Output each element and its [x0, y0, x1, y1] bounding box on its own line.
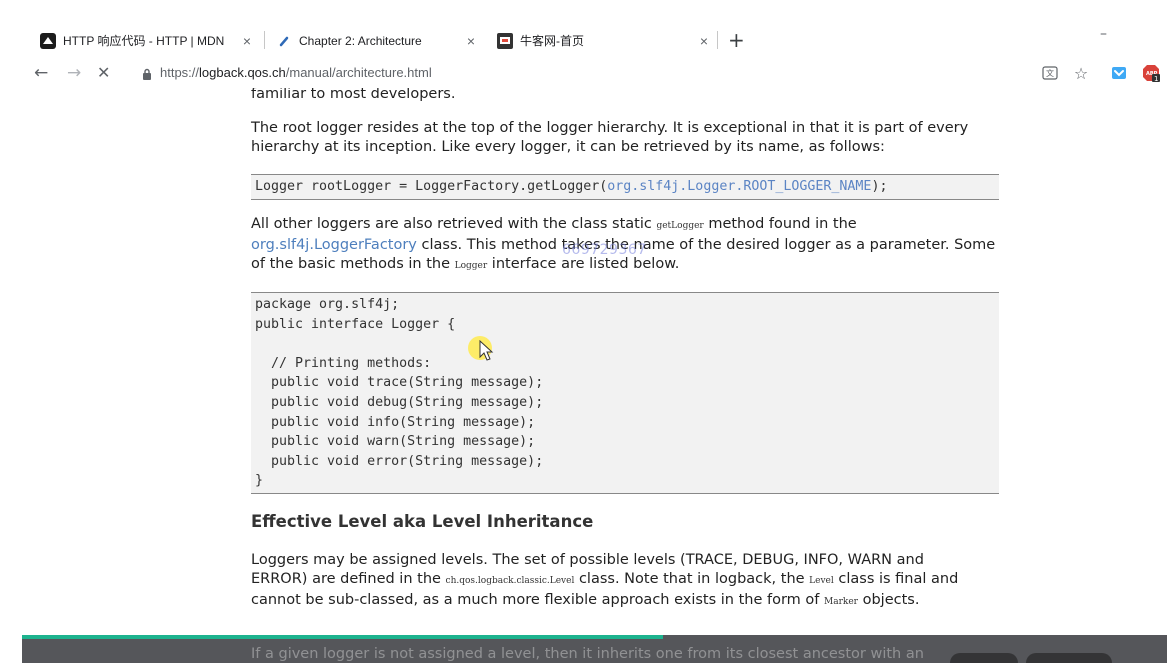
code-text: );: [871, 179, 888, 194]
inline-code: ch.qos.logback.classic.Level: [445, 576, 575, 586]
stop-loading-button[interactable]: ✕: [97, 62, 110, 84]
code-constant-link[interactable]: org.slf4j.Logger.ROOT_LOGGER_NAME: [607, 179, 871, 194]
code-line: public void error(String message);: [255, 453, 544, 469]
overlay-button[interactable]: [1026, 653, 1112, 663]
forward-button[interactable]: →: [67, 62, 81, 84]
url-scheme: https://: [160, 65, 200, 80]
browser-toolbar: ← → ✕ https://logback.qos.ch/manual/arch…: [0, 58, 1167, 88]
web-page[interactable]: familiar to most developers. The root lo…: [0, 88, 1167, 663]
code-line: public void warn(String message);: [255, 434, 536, 450]
watermark: 669729367: [562, 242, 647, 258]
video-progress-bar[interactable]: [22, 635, 664, 639]
code-line: package org.slf4j;: [255, 297, 400, 312]
new-tab-button[interactable]: +: [728, 27, 745, 53]
tab-separator: [717, 31, 718, 49]
video-control-overlay[interactable]: If a given logger is not assigned a leve…: [22, 635, 1167, 663]
text-span: interface are listed below.: [487, 256, 680, 272]
overlay-button[interactable]: [950, 653, 1018, 663]
code-block-root-logger: Logger rootLogger = LoggerFactory.getLog…: [251, 174, 999, 200]
inline-code: getLogger: [656, 221, 704, 231]
window-minimize-button[interactable]: –: [1100, 26, 1107, 42]
tab-strip: HTTP 响应代码 - HTTP | MDN × Chapter 2: Arch…: [0, 0, 1167, 58]
tab-title: Chapter 2: Architecture: [299, 33, 422, 48]
tab-mdn[interactable]: HTTP 响应代码 - HTTP | MDN ×: [40, 27, 260, 54]
code-text: Logger rootLogger = LoggerFactory.getLog…: [255, 179, 608, 194]
paragraph-fragment: familiar to most developers.: [251, 88, 456, 102]
tab-title: HTTP 响应代码 - HTTP | MDN: [63, 34, 225, 48]
text-span: objects.: [857, 592, 920, 608]
back-button[interactable]: ←: [34, 62, 48, 84]
svg-text:文: 文: [1046, 68, 1054, 78]
code-line: public void info(String message);: [255, 414, 536, 430]
code-line: public void trace(String message);: [255, 375, 544, 391]
paragraph-partial: If a given logger is not assigned a leve…: [251, 646, 924, 662]
tab-title: 牛客网-首页: [520, 34, 584, 48]
code-line: Logger rootLogger = LoggerFactory.getLog…: [251, 175, 999, 199]
url-path: /manual/architecture.html: [285, 65, 432, 80]
text-span: class. Note that in logback, the: [574, 571, 810, 587]
code-listing: package org.slf4j; public interface Logg…: [251, 293, 999, 493]
address-bar[interactable]: https://logback.qos.ch/manual/architectu…: [160, 65, 432, 80]
translate-icon[interactable]: 文: [1041, 64, 1059, 82]
mouse-cursor-icon: [479, 340, 494, 361]
code-line: // Printing methods:: [255, 355, 432, 371]
tab-nowcoder[interactable]: 牛客网-首页 ×: [497, 27, 717, 54]
tab-close-icon[interactable]: ×: [697, 33, 711, 49]
paragraph-root-logger: The root logger resides at the top of th…: [251, 120, 969, 155]
section-heading: Effective Level aka Level Inheritance: [251, 512, 594, 531]
tab-separator: [264, 31, 265, 49]
tab-architecture[interactable]: Chapter 2: Architecture ×: [266, 27, 488, 54]
code-line: public void debug(String message);: [255, 394, 544, 410]
adblock-icon[interactable]: ABP 1: [1142, 64, 1160, 82]
text-span: method found in the: [703, 216, 857, 232]
code-line: public interface Logger {: [255, 316, 456, 332]
lock-icon[interactable]: [142, 68, 152, 80]
tab-close-icon[interactable]: ×: [464, 33, 478, 49]
url-host: logback.qos.ch: [199, 65, 286, 80]
logback-favicon-icon: [276, 33, 292, 49]
adblock-count: 1: [1154, 75, 1158, 82]
code-line: }: [255, 473, 264, 489]
paragraph-levels: Loggers may be assigned levels. The set …: [251, 551, 981, 612]
inline-code: Marker: [824, 597, 858, 607]
inline-code: Level: [809, 576, 834, 586]
inline-code: Logger: [454, 261, 488, 271]
bookmark-star-icon[interactable]: ☆: [1072, 64, 1090, 83]
mdn-favicon-icon: [40, 32, 56, 49]
code-block-logger-interface: package org.slf4j; public interface Logg…: [251, 292, 999, 494]
loggerfactory-link[interactable]: org.slf4j.LoggerFactory: [251, 237, 417, 253]
nowcoder-favicon-icon: [497, 32, 513, 49]
pocket-icon[interactable]: [1110, 64, 1128, 82]
text-span: All other loggers are also retrieved wit…: [251, 216, 657, 232]
tab-close-icon[interactable]: ×: [240, 33, 254, 49]
